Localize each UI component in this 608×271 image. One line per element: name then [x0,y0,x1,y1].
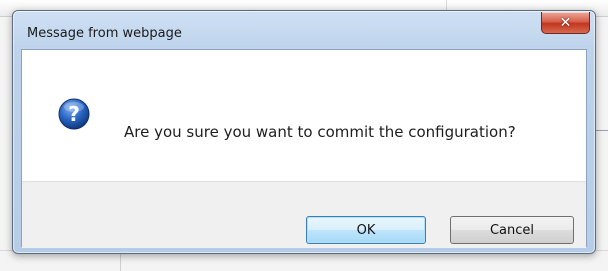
ok-button[interactable]: OK [306,216,426,244]
dialog-message: Are you sure you want to commit the conf… [124,123,516,141]
message-dialog: Message from webpage ✕ ? Are you sure yo… [12,10,596,254]
message-area: ? Are you sure you want to commit the co… [22,50,586,180]
cancel-button[interactable]: Cancel [450,216,574,244]
dialog-title: Message from webpage [27,26,182,41]
close-x-icon: ✕ [559,14,572,31]
dialog-client-area: ? Are you sure you want to commit the co… [21,49,587,248]
question-icon: ? [58,98,90,130]
background-divider [596,130,608,131]
svg-text:?: ? [68,102,80,126]
close-button[interactable]: ✕ [541,12,590,34]
button-bar: OK Cancel [22,181,586,248]
